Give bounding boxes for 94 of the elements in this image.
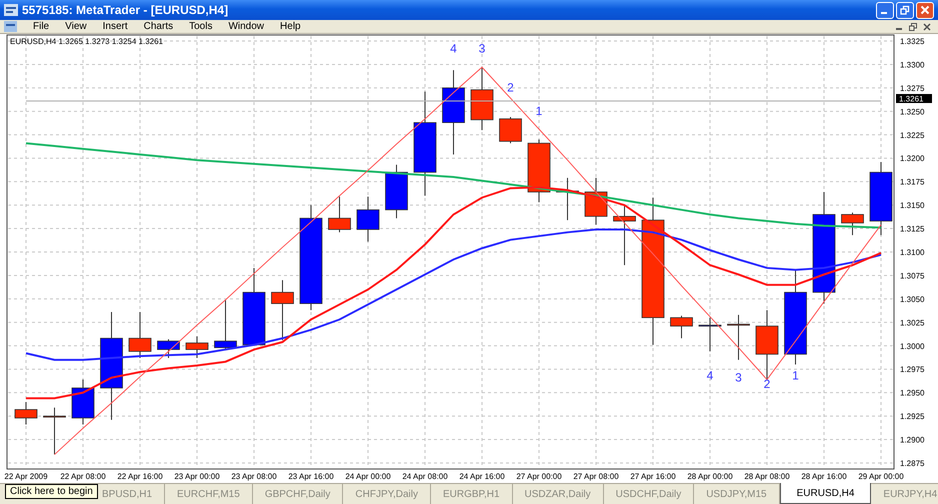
price-label: 1.3050 xyxy=(900,294,924,304)
time-label: 24 Apr 08:00 xyxy=(402,472,448,481)
price-label: 1.3300 xyxy=(900,60,924,70)
candlestick xyxy=(385,164,408,219)
window-title: 5575185: MetaTrader - [EURUSD,H4] xyxy=(22,2,228,19)
chart-tab[interactable]: EURGBP,H1 xyxy=(431,484,513,504)
candlestick xyxy=(698,317,722,352)
chart-tab[interactable]: USDZAR,Daily xyxy=(512,484,604,504)
candlestick xyxy=(727,314,750,360)
wave-label: 4 xyxy=(450,41,457,56)
menu-item[interactable]: File xyxy=(25,19,58,34)
restore-icon xyxy=(900,5,910,15)
time-label: 23 Apr 16:00 xyxy=(288,472,334,481)
time-label: 23 Apr 00:00 xyxy=(174,472,220,481)
chart-tab[interactable]: EURUSD,H4 xyxy=(780,483,872,504)
candlestick xyxy=(72,379,94,426)
chart-tab[interactable]: USDCHF,Daily xyxy=(604,484,694,504)
wave-label: 1 xyxy=(792,368,799,383)
wave-label: 2 xyxy=(507,80,514,95)
time-label: 28 Apr 00:00 xyxy=(687,472,733,481)
current-price-label: 1.3261 xyxy=(896,94,932,104)
time-label: 22 Apr 08:00 xyxy=(60,472,106,481)
close-icon[interactable] xyxy=(923,22,931,30)
tooltip: Click here to begin xyxy=(5,484,98,499)
menu-item[interactable]: Tools xyxy=(181,19,220,34)
time-label: 22 Apr 2009 xyxy=(4,472,48,481)
wave-label: 3 xyxy=(735,370,742,384)
menu-item[interactable]: Charts xyxy=(136,19,182,34)
price-label: 1.3200 xyxy=(900,154,924,164)
candlestick xyxy=(756,310,778,380)
time-label: 27 Apr 08:00 xyxy=(573,472,619,481)
candlestick xyxy=(470,66,494,131)
price-label: 1.3325 xyxy=(900,37,924,46)
candlestick xyxy=(214,299,237,350)
price-label: 1.2900 xyxy=(900,436,924,445)
restore-icon[interactable] xyxy=(909,22,917,30)
candlestick xyxy=(556,177,579,221)
menu-item[interactable]: Insert xyxy=(94,19,136,34)
price-label: 1.3125 xyxy=(900,224,924,234)
candlestick xyxy=(328,196,351,233)
chart-tab[interactable]: EURCHF,M15 xyxy=(165,484,253,504)
time-label: 24 Apr 00:00 xyxy=(345,472,391,481)
candlestick xyxy=(584,177,608,226)
price-label: 1.2875 xyxy=(900,459,924,468)
time-label: 27 Apr 16:00 xyxy=(630,472,676,481)
chart-tab[interactable]: CHFJPY,Daily xyxy=(343,484,431,504)
time-label: 29 Apr 00:00 xyxy=(858,472,904,481)
menu-item[interactable]: Window xyxy=(220,19,272,34)
candlestick xyxy=(157,338,180,358)
candlestick xyxy=(841,212,864,236)
time-label: 28 Apr 16:00 xyxy=(801,472,847,481)
close-button[interactable] xyxy=(916,2,934,18)
wave-label: 1 xyxy=(536,104,542,118)
time-label: 24 Apr 16:00 xyxy=(459,472,505,481)
candlestick xyxy=(271,280,294,341)
wave-label: 2 xyxy=(764,376,770,391)
document-icon xyxy=(4,21,17,32)
price-label: 1.3225 xyxy=(900,130,924,140)
price-label: 1.3025 xyxy=(900,318,924,328)
close-icon xyxy=(920,5,930,15)
candlestick xyxy=(670,315,693,339)
price-label: 1.3175 xyxy=(900,178,924,187)
price-label: 1.2925 xyxy=(900,412,924,422)
chart-tab[interactable]: EURJPY,H4 xyxy=(871,484,938,504)
candlestick xyxy=(43,407,66,456)
candlestick xyxy=(528,138,550,203)
price-label: 1.3275 xyxy=(900,84,924,93)
app-icon xyxy=(4,4,18,16)
wave-label: 4 xyxy=(706,368,714,383)
minimize-icon xyxy=(880,12,886,14)
price-label: 1.3075 xyxy=(900,271,924,280)
time-label: 23 Apr 08:00 xyxy=(231,472,277,481)
time-label: 28 Apr 08:00 xyxy=(744,472,790,481)
time-label: 27 Apr 00:00 xyxy=(516,472,562,481)
restore-button[interactable] xyxy=(896,2,914,18)
candlestick xyxy=(186,336,208,358)
time-label: 22 Apr 16:00 xyxy=(117,472,163,481)
chart-tab[interactable]: GBPCHF,Daily xyxy=(252,484,344,504)
menu-item[interactable]: Help xyxy=(272,19,309,34)
candlestick xyxy=(613,204,636,266)
price-label: 1.3250 xyxy=(900,107,924,116)
candlestick xyxy=(14,402,38,426)
candlestick xyxy=(356,196,380,242)
price-label: 1.2975 xyxy=(900,365,924,374)
candlestick xyxy=(128,312,152,358)
price-label: 1.3100 xyxy=(900,248,924,257)
price-label: 1.3150 xyxy=(900,201,924,210)
minimize-button[interactable] xyxy=(876,2,894,18)
candlestick xyxy=(499,116,522,144)
price-label: 1.3000 xyxy=(900,342,924,351)
price-label: 1.2950 xyxy=(900,388,924,398)
chart-header: EURUSD,H4 1.3265 1.3273 1.3254 1.3261 xyxy=(10,37,163,46)
wave-label: 3 xyxy=(478,41,486,56)
menu-item[interactable]: View xyxy=(57,19,95,34)
